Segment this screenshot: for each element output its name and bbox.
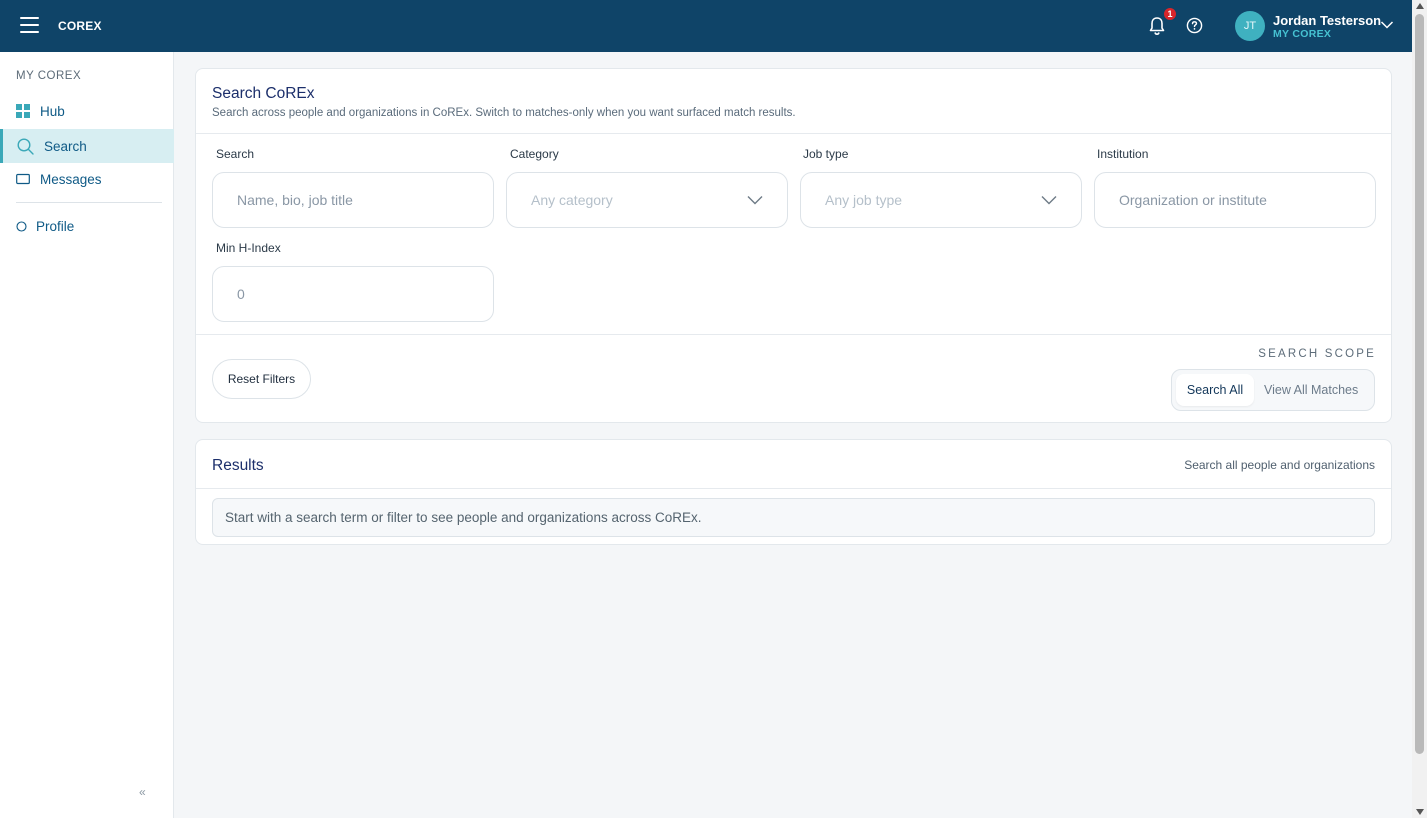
search-all-button[interactable]: Search All (1176, 374, 1254, 406)
min-h-index-label: Min H-Index (216, 241, 281, 255)
reset-filters-button[interactable]: Reset Filters (212, 359, 311, 399)
chevron-down-icon (747, 196, 763, 205)
job-type-label: Job type (803, 147, 849, 161)
sidebar-item-label: Profile (36, 218, 75, 234)
sidebar-item-hub[interactable]: Hub (0, 94, 174, 128)
circle-icon (16, 220, 27, 232)
help-icon[interactable] (1186, 17, 1203, 34)
view-all-matches-button[interactable]: View All Matches (1254, 374, 1368, 406)
institution-label: Institution (1097, 147, 1149, 161)
sidebar-item-messages[interactable]: Messages (0, 162, 174, 196)
results-title: Results (212, 457, 264, 474)
sidebar-item-label: Hub (40, 103, 65, 119)
search-panel-title: Search CoREx (212, 85, 315, 102)
collapse-sidebar-icon[interactable]: « (139, 785, 146, 799)
menu-icon[interactable] (20, 17, 39, 33)
search-panel: Search CoREx Search across people and or… (195, 68, 1392, 423)
sidebar-divider (16, 202, 162, 203)
search-scope-toggle: Search All View All Matches (1171, 369, 1375, 411)
chevron-down-icon (1041, 196, 1057, 205)
page-scrollbar[interactable] (1412, 0, 1427, 818)
search-label: Search (216, 147, 255, 161)
sidebar-item-label: Messages (40, 171, 102, 187)
results-subtitle: Search all people and organizations (1184, 458, 1375, 472)
avatar[interactable]: JT (1235, 11, 1265, 41)
chevron-down-icon[interactable] (1380, 20, 1394, 30)
divider (196, 334, 1391, 335)
grid-icon (16, 104, 30, 118)
category-label: Category (510, 147, 559, 161)
message-icon (16, 173, 30, 185)
top-bar: COREX 1 JT Jordan Testerson MY COREX (0, 0, 1412, 52)
results-panel: Results Search all people and organizati… (195, 439, 1392, 545)
divider (196, 488, 1391, 489)
search-scope-label: SEARCH SCOPE (1258, 348, 1376, 360)
scroll-thumb[interactable] (1415, 14, 1424, 754)
results-empty-state: Start with a search term or filter to se… (212, 498, 1375, 537)
search-icon (17, 137, 34, 155)
user-name[interactable]: Jordan Testerson (1273, 13, 1381, 28)
search-panel-subtitle: Search across people and organizations i… (212, 107, 796, 119)
notification-badge: 1 (1163, 7, 1177, 21)
scroll-down-arrow-icon[interactable] (1416, 809, 1424, 815)
sidebar-item-profile[interactable]: Profile (0, 209, 174, 243)
sidebar-heading: MY COREX (16, 70, 82, 82)
sidebar: MY COREX Hub Search Messages Profile « (0, 52, 174, 818)
min-h-index-input[interactable]: 0 (212, 266, 494, 322)
category-placeholder: Any category (531, 192, 613, 208)
job-type-select[interactable]: Any job type (800, 172, 1082, 228)
category-select[interactable]: Any category (506, 172, 788, 228)
sidebar-item-search[interactable]: Search (0, 129, 174, 163)
bell-icon[interactable] (1148, 16, 1166, 36)
user-context: MY COREX (1273, 28, 1332, 40)
search-input[interactable]: Name, bio, job title (212, 172, 494, 228)
institution-input[interactable]: Organization or institute (1094, 172, 1376, 228)
scroll-up-arrow-icon[interactable] (1416, 3, 1424, 9)
brand-logo[interactable]: COREX (58, 19, 102, 33)
sidebar-item-label: Search (44, 138, 87, 154)
divider (196, 133, 1391, 134)
job-type-placeholder: Any job type (825, 192, 903, 208)
